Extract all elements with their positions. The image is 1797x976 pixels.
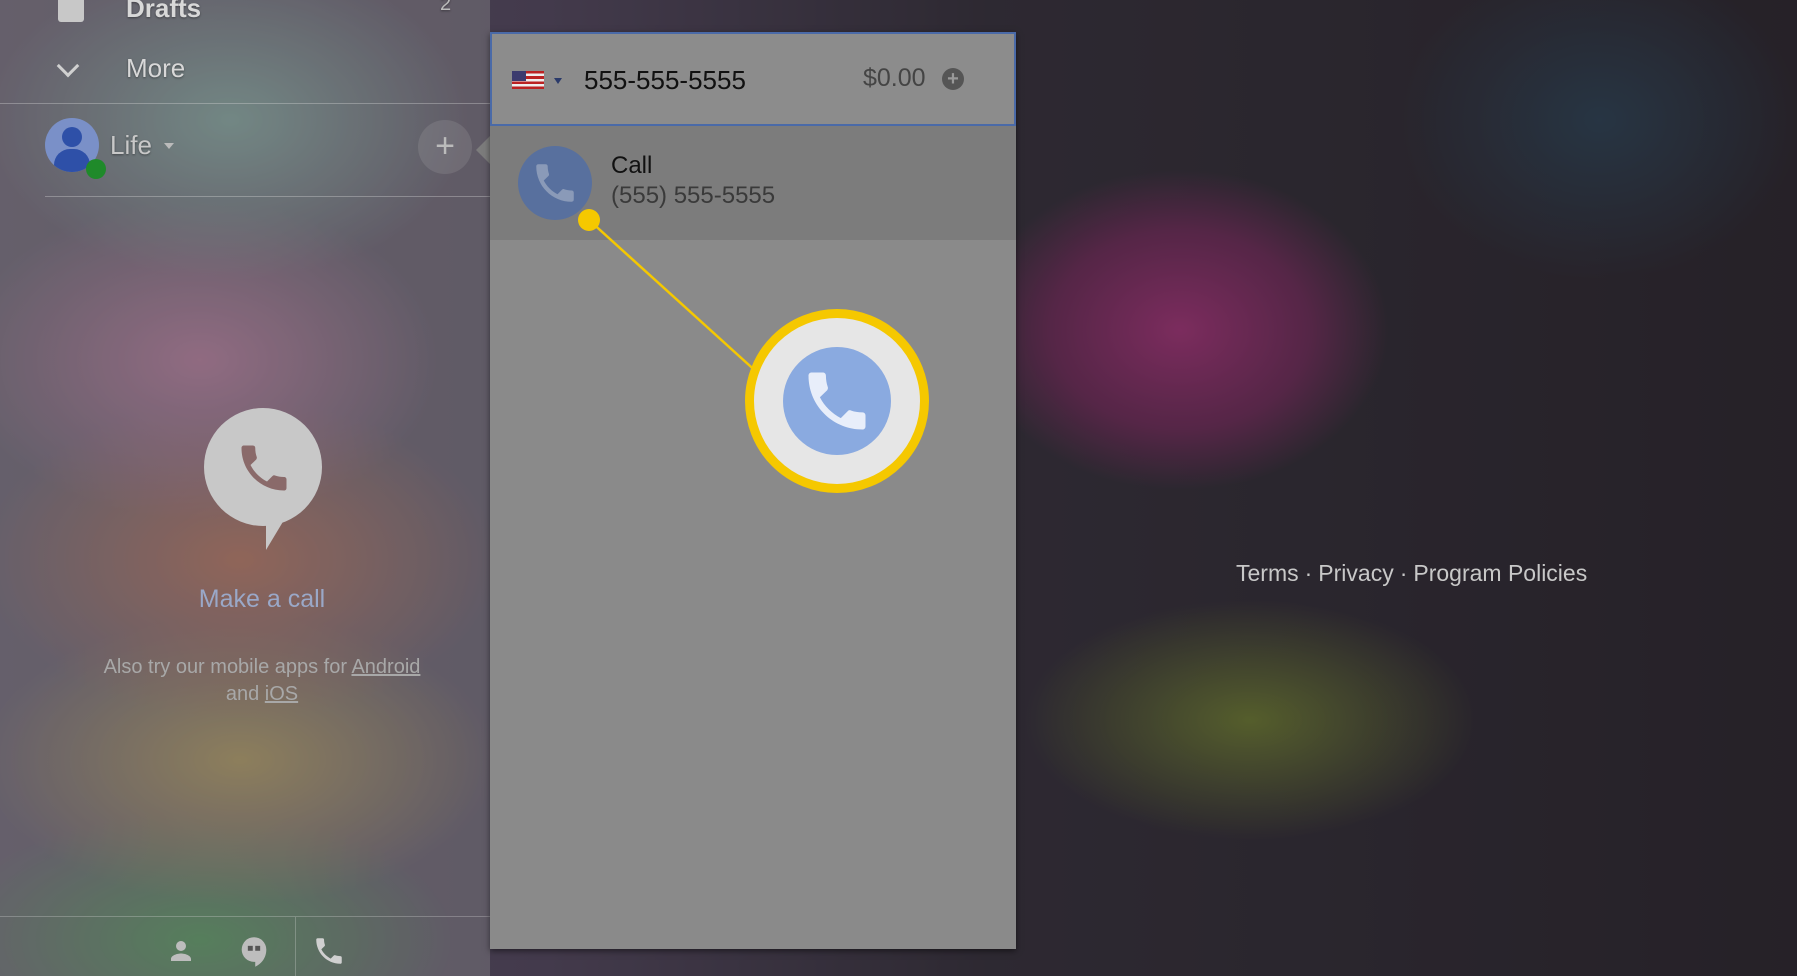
separator: · bbox=[1304, 560, 1313, 586]
phone-icon bbox=[808, 372, 866, 430]
callout-line bbox=[588, 219, 761, 376]
footer-links: Terms · Privacy · Program Policies bbox=[1236, 560, 1587, 587]
privacy-link[interactable]: Privacy bbox=[1318, 560, 1393, 586]
separator: · bbox=[1399, 560, 1408, 586]
callout-dot bbox=[578, 209, 600, 231]
program-policies-link[interactable]: Program Policies bbox=[1413, 560, 1587, 586]
call-button[interactable] bbox=[783, 347, 891, 455]
terms-link[interactable]: Terms bbox=[1236, 560, 1299, 586]
